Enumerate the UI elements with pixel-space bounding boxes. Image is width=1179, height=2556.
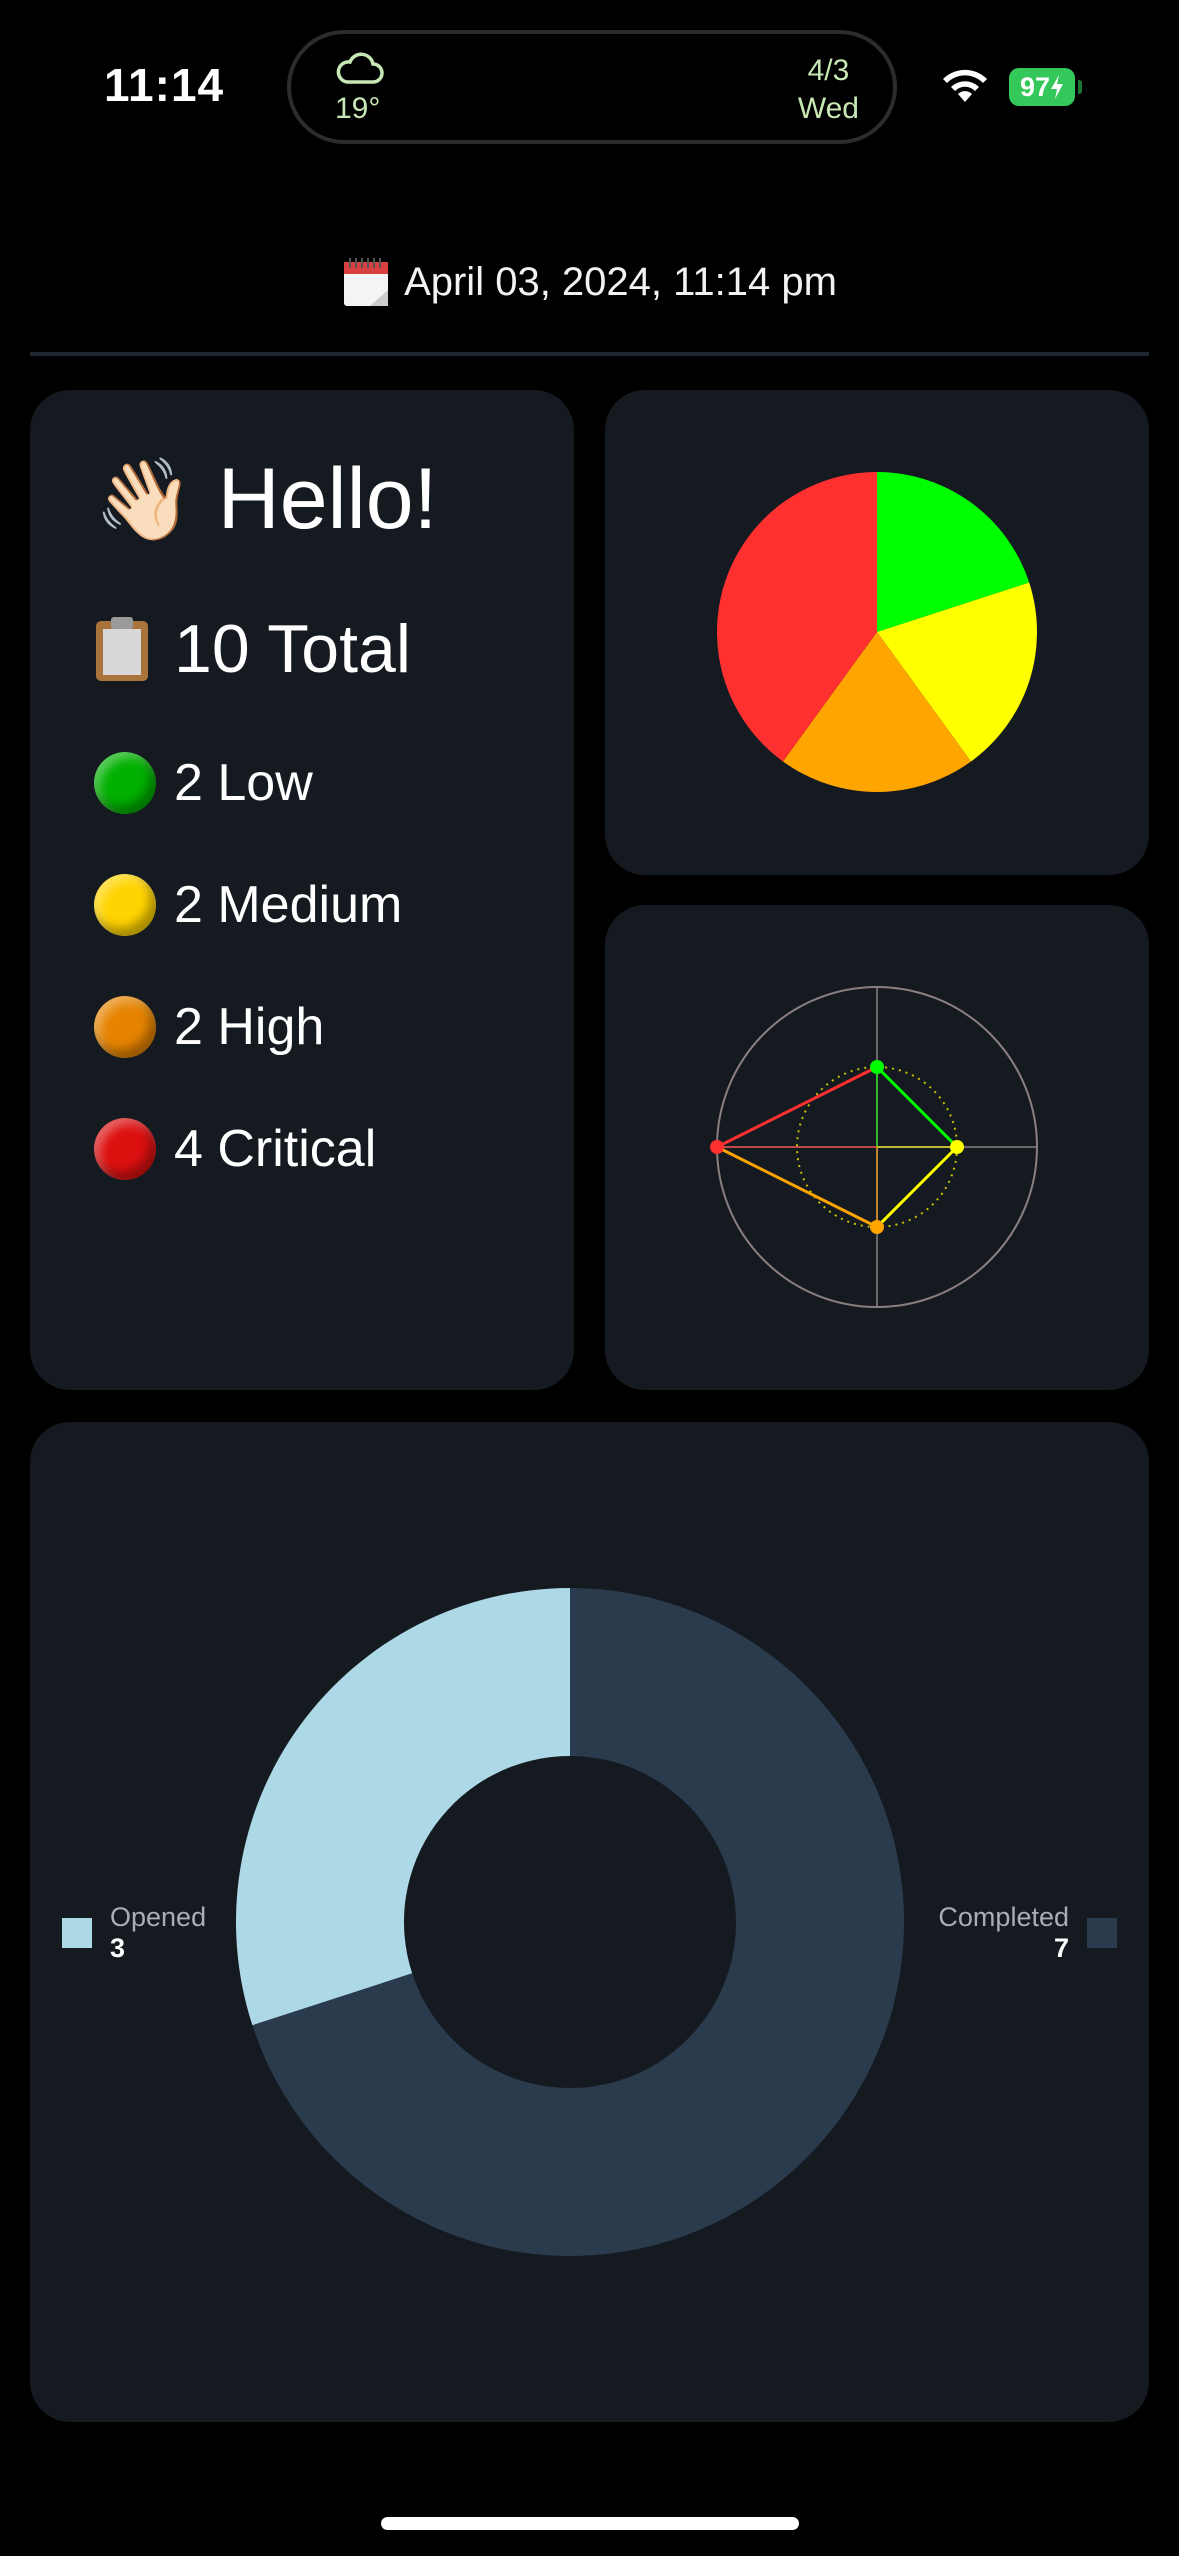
severity-pie-chart[interactable] (605, 390, 1149, 875)
island-date-day: 4/3 (807, 54, 850, 87)
legend-completed-swatch (1087, 1918, 1117, 1948)
battery-indicator: 97 (1009, 68, 1075, 106)
severity-low: 2 Low (94, 752, 313, 814)
radar-point-high[interactable] (870, 1220, 884, 1234)
home-indicator[interactable] (381, 2517, 799, 2530)
radar-edge-critical (716, 1065, 878, 1149)
severity-low-label: 2 Low (174, 754, 313, 812)
severity-high-label: 2 High (174, 998, 325, 1056)
dynamic-island[interactable]: 19° 4/3 Wed (287, 30, 897, 144)
severity-critical: 4 Critical (94, 1118, 376, 1180)
battery-level: 97 (1019, 71, 1051, 102)
greeting-text: Hello! (217, 451, 438, 547)
charging-bolt-icon (1051, 75, 1064, 99)
orange-circle-icon (94, 996, 156, 1058)
legend-opened-label: Opened (110, 1902, 207, 1932)
date-header: April 03, 2024, 11:14 pm (0, 256, 1179, 308)
wifi-icon (943, 69, 987, 102)
severity-radar-card[interactable] (605, 905, 1149, 1390)
green-circle-icon (94, 752, 156, 814)
radar-edge-low (875, 1065, 959, 1149)
radar-point-critical[interactable] (710, 1140, 724, 1154)
yellow-circle-icon (94, 874, 156, 936)
clipboard-icon (94, 615, 150, 683)
legend-completed-label: Completed (938, 1902, 1069, 1932)
greeting: 👋🏻 Hello! (94, 450, 437, 549)
total-text: 10 Total (174, 611, 411, 687)
total-count: 10 Total (94, 610, 411, 688)
cloud-icon (336, 52, 384, 84)
legend-completed[interactable]: Completed 7 (938, 1902, 1117, 1964)
severity-medium-label: 2 Medium (174, 876, 403, 934)
status-donut-card[interactable]: Opened 3 Completed 7 (30, 1422, 1149, 2422)
severity-radar-chart[interactable] (605, 905, 1149, 1390)
radar-point-low[interactable] (870, 1060, 884, 1074)
battery-tip (1078, 80, 1082, 94)
legend-completed-value: 7 (1053, 1933, 1069, 1963)
donut-slice-opened[interactable] (235, 1588, 570, 2026)
red-circle-icon (94, 1118, 156, 1180)
radar-edge-medium (875, 1145, 959, 1229)
severity-pie-card[interactable] (605, 390, 1149, 875)
severity-medium: 2 Medium (94, 874, 402, 936)
island-date: 4/3 Wed (798, 52, 859, 128)
legend-opened-swatch (62, 1918, 92, 1948)
calendar-icon (344, 258, 389, 306)
weather-temperature: 19° (335, 92, 381, 125)
status-time: 11:14 (104, 59, 225, 111)
legend-opened-value: 3 (110, 1933, 126, 1963)
radar-point-medium[interactable] (950, 1140, 964, 1154)
waving-hand-icon: 👋🏻 (94, 454, 194, 544)
header-divider (30, 352, 1149, 356)
severity-high: 2 High (94, 996, 324, 1058)
severity-critical-label: 4 Critical (174, 1120, 377, 1178)
island-weekday: Wed (797, 92, 859, 125)
current-datetime: April 03, 2024, 11:14 pm (404, 259, 837, 304)
summary-card[interactable]: 👋🏻 Hello! 10 Total 2 Low 2 Medium 2 High… (30, 390, 574, 1390)
legend-opened[interactable]: Opened 3 (62, 1902, 206, 1964)
